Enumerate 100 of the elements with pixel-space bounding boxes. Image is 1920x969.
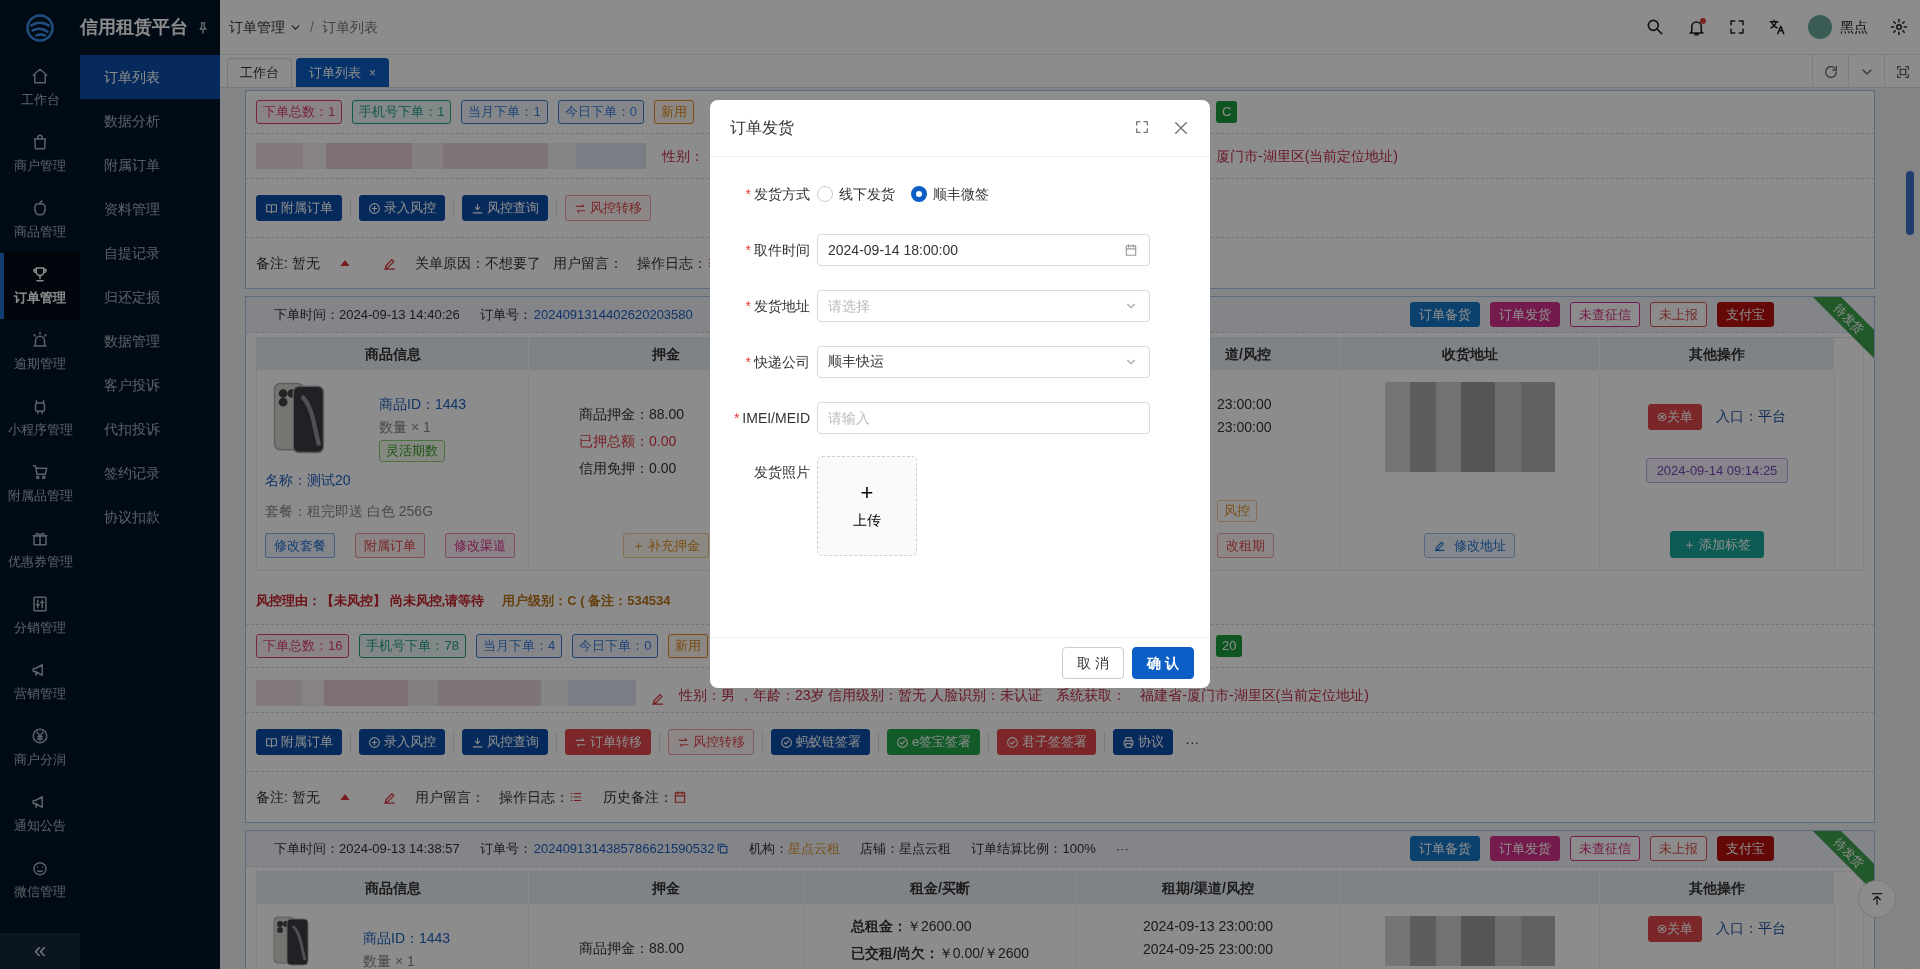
submenu-item[interactable]: 协议扣款 (80, 495, 220, 539)
close-order-button[interactable]: ⊗关单 (1647, 916, 1703, 942)
action-button[interactable]: 附属订单 (256, 195, 342, 221)
collapse-button[interactable]: « (0, 933, 80, 969)
input-field[interactable]: 请输入 (817, 402, 1150, 434)
submenu-item[interactable]: 数据管理 (80, 319, 220, 363)
status-tag: 未上报 (1650, 835, 1707, 862)
fullscreen-icon[interactable] (1894, 63, 1911, 80)
translate-icon[interactable] (1768, 18, 1786, 36)
quantity: 数量 × 1 (379, 418, 432, 437)
rent-label: 已交租/尚欠： (850, 945, 939, 961)
action-button[interactable]: 风控查询 (462, 195, 548, 221)
list-icon[interactable] (568, 790, 583, 804)
product-id[interactable]: 商品ID：1443 (379, 394, 467, 415)
swap-icon (574, 201, 587, 215)
status-tag: 订单备货 (1410, 835, 1480, 862)
deposit-text: 已押总额：0.00 (579, 432, 678, 451)
submenu-item[interactable]: 归还定损 (80, 275, 220, 319)
tab[interactable]: 工作台 (227, 58, 292, 87)
action-button[interactable]: 录入风控 (359, 195, 445, 221)
edit-address-button[interactable]: 修改地址 (1424, 532, 1515, 558)
log-label: 操作日志： (498, 787, 569, 807)
pen-icon[interactable] (650, 691, 665, 706)
deposit-text: 商品押金：88.00 (579, 405, 685, 424)
submenu-item[interactable]: 数据分析 (80, 99, 220, 143)
bell-icon[interactable] (1687, 17, 1706, 37)
action-button[interactable]: e签宝签署 (887, 729, 981, 755)
order-time: 下单时间：2024-09-13 14:38:57 (274, 839, 460, 858)
cart-icon (31, 462, 49, 481)
submenu-item[interactable]: 订单列表 (80, 55, 220, 99)
submenu-item[interactable]: 代扣投诉 (80, 407, 220, 451)
logo-icon (25, 12, 55, 43)
add-deposit-button[interactable]: ＋ 补充押金 (622, 532, 710, 558)
status-tag: 订单发货 (1490, 835, 1560, 862)
user-name[interactable]: 黑点 (1840, 16, 1868, 38)
status-tag: 订单发货 (1490, 301, 1560, 328)
action-button[interactable]: 风控转移 (668, 729, 754, 755)
upload-button[interactable]: + 上传 (817, 456, 917, 556)
submenu-item[interactable]: 附属订单 (80, 143, 220, 187)
product-id[interactable]: 商品ID：1443 (363, 928, 451, 949)
sidebar-item[interactable]: 订单管理 (0, 253, 80, 319)
tab[interactable]: 订单列表 × (296, 58, 389, 87)
message-label: 用户留言： (552, 253, 623, 273)
column-header: 租期/渠道/风控 (1162, 878, 1254, 898)
column-header: 收货地址 (1441, 344, 1498, 364)
rent-label: 总租金： (850, 918, 907, 934)
action-button[interactable]: 协议 (1113, 729, 1174, 755)
submenu-item[interactable]: 自提记录 (80, 231, 220, 275)
order-number-label: 订单号： (479, 839, 532, 858)
close-order-button[interactable]: ⊗关单 (1647, 404, 1703, 430)
refresh-icon[interactable] (1822, 63, 1839, 80)
close-icon[interactable] (1172, 119, 1190, 137)
submenu-item[interactable]: 客户投诉 (80, 363, 220, 407)
trophy-icon (31, 264, 49, 283)
action-button[interactable]: 风控转移 (565, 195, 651, 221)
submenu-item[interactable]: 签约记录 (80, 451, 220, 495)
avatar[interactable] (1808, 15, 1832, 39)
book-icon (265, 735, 278, 749)
date-field[interactable]: 2024-09-14 18:00:00 (817, 234, 1150, 266)
term-date: 23:00:00 (1217, 395, 1273, 414)
order-number-link[interactable]: 2024091314385786621590532 (533, 838, 715, 859)
more-button[interactable]: ··· (1185, 731, 1200, 753)
tab-close[interactable]: × (369, 64, 376, 82)
rent-term-button[interactable]: 改租期 (1217, 532, 1274, 558)
action-button[interactable]: 录入风控 (359, 729, 445, 755)
shop-text: 店铺：星点云租 (860, 839, 952, 858)
check-circle-icon (1006, 735, 1020, 749)
radio-option[interactable]: 顺丰微签 (911, 183, 989, 205)
select-field[interactable]: 请选择 (817, 290, 1150, 322)
fullscreen-icon[interactable] (1728, 18, 1746, 36)
action-button[interactable]: 附属订单 (256, 729, 342, 755)
action-button[interactable]: 君子签签署 (997, 729, 1097, 755)
confirm-button[interactable]: 确 认 (1132, 647, 1194, 679)
copy-icon[interactable] (716, 842, 730, 855)
plus-circle-icon (368, 201, 381, 215)
submenu-item[interactable]: 资料管理 (80, 187, 220, 231)
order-number-link[interactable]: 2024091314402620203580 (533, 304, 693, 325)
search-icon[interactable] (1645, 17, 1665, 37)
status-tag: 未上报 (1650, 301, 1707, 328)
status-tag: 支付宝 (1717, 835, 1774, 862)
order-number-label: 订单号： (479, 305, 532, 324)
settings-icon[interactable] (1890, 18, 1908, 36)
breadcrumb-link[interactable]: 订单列表 (321, 16, 378, 38)
product-name[interactable]: 名称：测试20 (265, 469, 520, 491)
radio-option[interactable]: 线下发货 (817, 183, 895, 205)
select-field[interactable]: 顺丰快运 (817, 346, 1150, 378)
siren-icon (31, 330, 49, 349)
breadcrumb-link[interactable]: 订单管理 (229, 16, 302, 38)
field-label: * IMEI/MEID (732, 408, 811, 428)
action-button[interactable]: 蚂蚁链签署 (771, 729, 870, 755)
back-to-top-button[interactable] (1858, 880, 1896, 918)
term-date: 2024-09-25 23:00:00 (1143, 940, 1273, 959)
add-tag-button[interactable]: ＋ 添加标签 (1669, 530, 1765, 558)
calendar-icon[interactable] (672, 790, 687, 804)
cancel-button[interactable]: 取 消 (1062, 647, 1125, 679)
package-text: 套餐：租完即送 白色 256G (265, 501, 435, 521)
action-button[interactable]: 订单转移 (565, 729, 651, 755)
calendar-icon (1124, 243, 1138, 257)
more-button[interactable]: ··· (1115, 838, 1129, 859)
action-button[interactable]: 风控查询 (462, 729, 548, 755)
